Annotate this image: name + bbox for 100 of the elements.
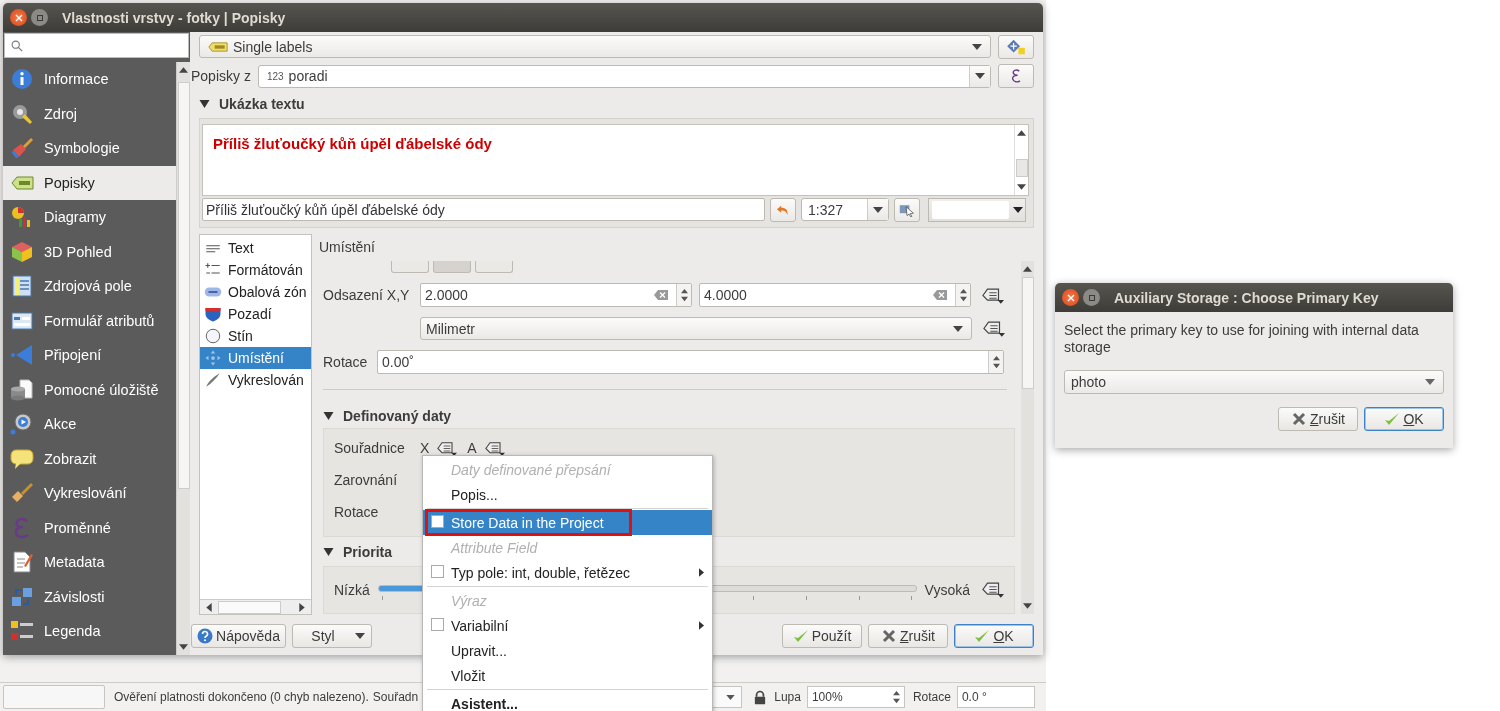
scroll-down-icon[interactable]: [1017, 184, 1026, 190]
sidebar-item[interactable]: Závislosti: [3, 579, 176, 614]
slider-min-label: Nízká: [334, 581, 370, 598]
menu-item[interactable]: Store Data in the Project: [423, 510, 712, 535]
menu-item[interactable]: Popis...: [423, 482, 712, 507]
scroll-up-icon[interactable]: [1023, 266, 1032, 272]
settings-tab[interactable]: Pozadí: [200, 303, 311, 325]
lock-icon[interactable]: [754, 689, 767, 705]
expression-button[interactable]: [998, 64, 1034, 88]
cancel-button[interactable]: Zrušit: [1278, 407, 1358, 431]
dropdown-arrow-button[interactable]: [867, 199, 888, 220]
scroll-up-icon[interactable]: [1017, 130, 1026, 136]
scrollbar-thumb[interactable]: [1021, 277, 1034, 389]
clear-icon[interactable]: [933, 290, 947, 300]
sidebar-item[interactable]: Diagramy: [3, 200, 176, 235]
scroll-up-icon[interactable]: [179, 67, 188, 73]
rules-button[interactable]: [998, 34, 1034, 59]
cancel-button[interactable]: Zrušit: [868, 624, 948, 648]
close-button[interactable]: [1062, 289, 1079, 306]
sidebar-item[interactable]: Formulář atributů: [3, 303, 176, 338]
close-icon: [1066, 293, 1075, 302]
apply-button[interactable]: Použít: [782, 624, 862, 648]
sidebar-item[interactable]: Vykreslování: [3, 476, 176, 511]
scroll-right-icon[interactable]: [299, 602, 305, 612]
scroll-left-icon[interactable]: [206, 602, 212, 612]
sidebar-item[interactable]: Zobrazit: [3, 441, 176, 476]
window-title: Auxiliary Storage : Choose Primary Key: [1114, 289, 1379, 306]
unit-dropdown[interactable]: Milimetr: [420, 317, 972, 341]
sidebar-item[interactable]: Zdrojová pole: [3, 269, 176, 304]
field-dropdown[interactable]: 123 poradi: [257, 64, 991, 88]
preview-text-field[interactable]: Příliš žluťoučký kůň úpěl ďábelské ódy: [202, 198, 765, 221]
spin-button[interactable]: [955, 284, 970, 306]
sidebar-item[interactable]: Legenda: [3, 614, 176, 649]
spin-button[interactable]: [676, 284, 691, 306]
primary-key-dropdown[interactable]: photo: [1064, 370, 1444, 394]
speech-bubble-icon: [10, 446, 34, 471]
settings-tab[interactable]: Umístění: [200, 347, 311, 369]
style-dropdown[interactable]: Styl: [292, 624, 372, 648]
sidebar-item[interactable]: Symbologie: [3, 131, 176, 166]
section-header[interactable]: Definovaný daty: [323, 406, 452, 426]
color-button[interactable]: [928, 197, 1026, 222]
data-defined-icon[interactable]: [982, 581, 1004, 599]
menu-item[interactable]: Upravit...: [423, 638, 712, 663]
rotation-field[interactable]: 0.0 °: [956, 686, 1035, 708]
data-defined-icon[interactable]: [982, 286, 1004, 304]
offset-y-field[interactable]: 4.0000: [699, 283, 971, 307]
scrollbar-thumb[interactable]: [177, 82, 190, 489]
sidebar-item[interactable]: Zdroj: [3, 96, 176, 131]
sidebar-item[interactable]: Metadata: [3, 545, 176, 580]
canvas-button[interactable]: [894, 197, 920, 222]
help-button[interactable]: Nápověda: [191, 624, 286, 648]
settings-tab[interactable]: Formátován: [200, 259, 311, 281]
section-header[interactable]: Ukázka textu: [199, 94, 305, 114]
spin-button[interactable]: [988, 351, 1003, 374]
search-field[interactable]: [4, 33, 189, 58]
menu-item[interactable]: Variabilní: [423, 613, 712, 638]
scale-dropdown[interactable]: 1:327: [801, 198, 889, 221]
undo-button[interactable]: [770, 197, 796, 222]
scrollbar-thumb[interactable]: [1015, 159, 1028, 177]
scrollbar[interactable]: [1014, 125, 1028, 195]
document-icon: [10, 550, 34, 575]
scrollbar-thumb[interactable]: [218, 600, 281, 614]
data-defined-icon[interactable]: [484, 440, 505, 456]
checkbox[interactable]: [431, 565, 444, 578]
sidebar-item[interactable]: Proměnné: [3, 510, 176, 545]
section-header[interactable]: Priorita: [323, 542, 392, 562]
checkbox[interactable]: [431, 618, 444, 631]
menu-item[interactable]: Vložit: [423, 663, 712, 688]
panel-title: Umístění: [319, 238, 376, 257]
settings-tab[interactable]: Stín: [200, 325, 311, 347]
data-defined-icon[interactable]: [437, 440, 458, 456]
spin-arrows-icon[interactable]: [892, 690, 900, 704]
settings-tab[interactable]: Obalová zón: [200, 281, 311, 303]
sidebar-item[interactable]: Připojení: [3, 338, 176, 373]
sidebar-item[interactable]: Popisky: [3, 165, 176, 200]
menu-item[interactable]: Typ pole: int, double, řetězec: [423, 560, 712, 585]
scrollbar[interactable]: [1021, 261, 1034, 614]
scrollbar[interactable]: [200, 599, 311, 614]
clear-icon[interactable]: [654, 290, 668, 300]
ok-button[interactable]: OK: [1364, 407, 1444, 431]
sidebar-item[interactable]: 3D Pohled: [3, 234, 176, 269]
data-defined-icon[interactable]: [983, 320, 1005, 338]
label-mode-dropdown[interactable]: Single labels: [199, 35, 991, 58]
scroll-down-icon[interactable]: [1023, 603, 1032, 609]
scrollbar[interactable]: [176, 62, 190, 655]
rotation-field[interactable]: 0.00˚: [377, 350, 1004, 375]
sidebar-item[interactable]: Informace: [3, 62, 176, 97]
close-button[interactable]: [10, 9, 27, 26]
scroll-down-icon[interactable]: [179, 644, 188, 650]
settings-tab[interactable]: Text: [200, 237, 311, 259]
checkbox[interactable]: [431, 515, 444, 528]
zoom-field[interactable]: 100%: [806, 686, 905, 708]
dropdown-arrow-button[interactable]: [969, 65, 990, 87]
sidebar-item[interactable]: Pomocné úložiště: [3, 372, 176, 407]
status-field[interactable]: [3, 685, 105, 709]
offset-x-field[interactable]: 2.0000: [420, 283, 692, 307]
ok-button[interactable]: OK: [954, 624, 1034, 648]
settings-tab[interactable]: Vykreslován: [200, 369, 311, 391]
menu-item[interactable]: Asistent...: [423, 691, 712, 711]
sidebar-item[interactable]: Akce: [3, 407, 176, 442]
